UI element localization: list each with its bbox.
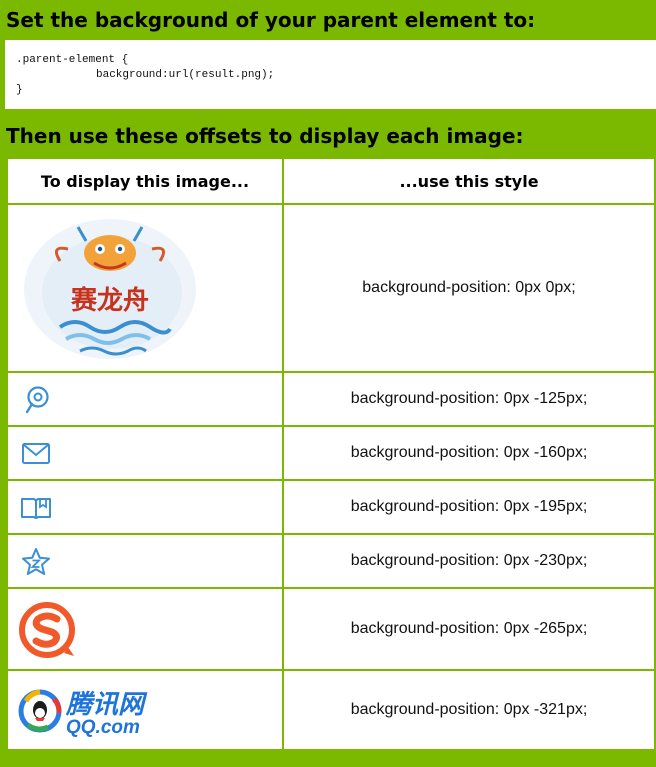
image-cell [6, 425, 284, 481]
style-cell: background-position: 0px -195px; [282, 479, 656, 535]
image-cell [6, 371, 284, 427]
style-cell: background-position: 0px -265px; [282, 587, 656, 671]
table-row: background-position: 0px -265px; [6, 587, 656, 671]
code-line-1: .parent-element { [16, 54, 129, 66]
qq-domain-text: QQ.com [66, 717, 140, 738]
code-line-3: } [16, 84, 23, 96]
style-cell: background-position: 0px -125px; [282, 371, 656, 427]
code-line-2: background:url(result.png); [96, 69, 275, 81]
header-offsets-instruction: Then use these offsets to display each i… [6, 124, 524, 148]
style-cell: background-position: 0px 0px; [282, 203, 656, 373]
code-block: .parent-element { background:url(result.… [5, 40, 656, 109]
table-row: background-position: 0px -125px; [6, 371, 656, 427]
column-header-style: ...use this style [282, 157, 656, 205]
style-cell: background-position: 0px -321px; [282, 669, 656, 751]
table-header-row: To display this image... ...use this sty… [6, 157, 656, 205]
style-cell: background-position: 0px -230px; [282, 533, 656, 589]
image-cell: 腾讯网 QQ.com [6, 669, 284, 751]
table-row: background-position: 0px -195px; [6, 479, 656, 535]
table-row: background-position: 0px -230px; [6, 533, 656, 589]
header-background-instruction: Set the background of your parent elemen… [6, 8, 536, 32]
image-cell: 赛龙舟 [6, 203, 284, 373]
column-header-image: To display this image... [6, 157, 284, 205]
map-pin-icon [25, 386, 49, 414]
image-cell [6, 479, 284, 535]
image-cell [6, 533, 284, 589]
style-cell: background-position: 0px -160px; [282, 425, 656, 481]
sogou-logo-icon [19, 602, 75, 658]
table-row: background-position: 0px -160px; [6, 425, 656, 481]
qq-brand-text: 腾讯网 [65, 690, 148, 720]
mail-icon [22, 443, 50, 464]
image-cell [6, 587, 284, 671]
book-icon [21, 498, 51, 519]
dragon-boat-text: 赛龙舟 [70, 285, 149, 316]
dragon-boat-logo-icon: 赛龙舟 [24, 219, 196, 359]
sprite-table: To display this image... ...use this sty… [6, 157, 656, 751]
table-row: 腾讯网 QQ.com background-position: 0px -321… [6, 669, 656, 751]
star-icon [22, 548, 50, 575]
qq-logo-icon: 腾讯网 QQ.com [18, 689, 148, 738]
table-row: 赛龙舟 background-position: 0px 0px; [6, 203, 656, 373]
